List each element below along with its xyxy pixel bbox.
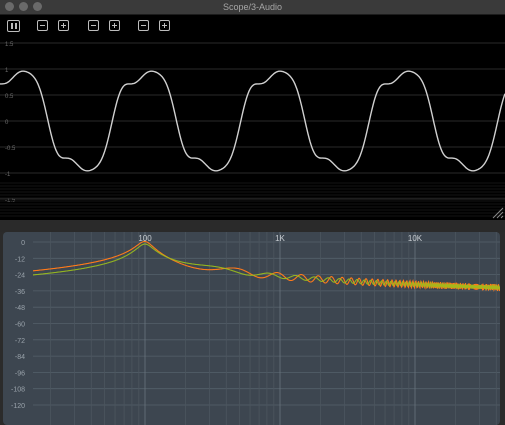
spectrum-y-tick-label: 0 [21, 240, 25, 247]
spectrum-y-tick-label: -12 [15, 256, 25, 263]
zoom-out-time-button[interactable] [138, 20, 149, 31]
zoom-out-x-button[interactable] [37, 20, 48, 31]
minus-icon [91, 25, 96, 26]
scope-y-tick-label: -1 [5, 172, 11, 178]
spectrum-x-tick-label: 1K [275, 234, 285, 243]
window-title: Scope/3-Audio [222, 2, 283, 12]
scope-y-tick-label: 0.5 [5, 94, 14, 100]
plus-icon-stem [114, 23, 115, 28]
spectrum-y-tick-label: -48 [15, 305, 25, 312]
spectrum-y-tick-label: -84 [15, 354, 25, 361]
plus-icon-stem [63, 23, 64, 28]
spectrum-y-tick-label: -96 [15, 370, 25, 377]
oscilloscope-view[interactable]: 1.5 1 0.5 0 -0.5 -1 -1.5 [0, 15, 505, 220]
zoom-in-y-button[interactable] [109, 20, 120, 31]
pause-icon [11, 23, 13, 29]
zoom-out-y-button[interactable] [88, 20, 99, 31]
spectrum-x-tick-label: 10K [408, 234, 423, 243]
pause-icon-bar [15, 23, 17, 29]
scope-y-tick-label: -0.5 [5, 146, 16, 152]
spectrum-plot: 0-12-24-36-48-60-72-84-96-108-120100 1K 10… [11, 232, 500, 425]
spectrum-y-tick-label: -108 [11, 387, 25, 394]
spectrum-y-tick-label: -24 [15, 273, 25, 280]
zoom-in-x-button[interactable] [58, 20, 69, 31]
splitter[interactable] [0, 220, 505, 232]
spectrum-y-tick-label: -72 [15, 338, 25, 345]
plus-icon-stem [164, 23, 165, 28]
minus-icon [141, 25, 146, 26]
title-bar: Scope/3-Audio [0, 0, 505, 15]
spectrum-analyzer-view[interactable]: 0 -12 -24 -36 -48 -60 -72 -84 -96 -108 -120 100 1K 10… [3, 232, 500, 425]
oscilloscope-plot: 1.510.50-0.5-1-1.5 [0, 42, 505, 219]
spectrum-y-tick-label: -120 [11, 403, 25, 410]
spectrum-y-tick-label: -60 [15, 322, 25, 329]
spectrum-y-tick-label: -36 [15, 289, 25, 296]
pause-button[interactable] [7, 20, 20, 32]
scope-y-tick-label: 1.5 [5, 42, 14, 48]
minus-icon [40, 25, 45, 26]
spectrum-trace-channel-2 [33, 243, 500, 291]
zoom-in-time-button[interactable] [159, 20, 170, 31]
